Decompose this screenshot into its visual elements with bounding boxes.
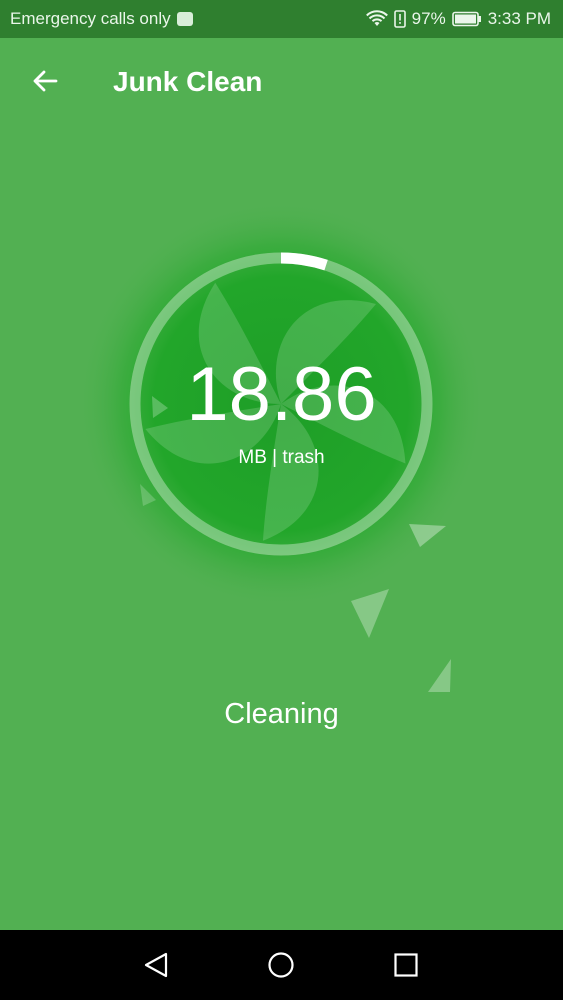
scan-area: 18.86 MB | trash Cleaning <box>0 0 563 930</box>
triangle-back-icon <box>144 952 168 978</box>
square-recents-icon <box>394 953 418 977</box>
navigation-bar <box>0 930 563 1000</box>
junk-size-unit: MB | trash <box>238 447 325 468</box>
cleaning-status: Cleaning <box>224 698 339 730</box>
nav-home-button[interactable] <box>266 950 296 980</box>
nav-back-button[interactable] <box>141 950 171 980</box>
nav-recents-button[interactable] <box>391 950 421 980</box>
circle-home-icon <box>268 952 294 978</box>
junk-size-value: 18.86 <box>186 352 377 437</box>
